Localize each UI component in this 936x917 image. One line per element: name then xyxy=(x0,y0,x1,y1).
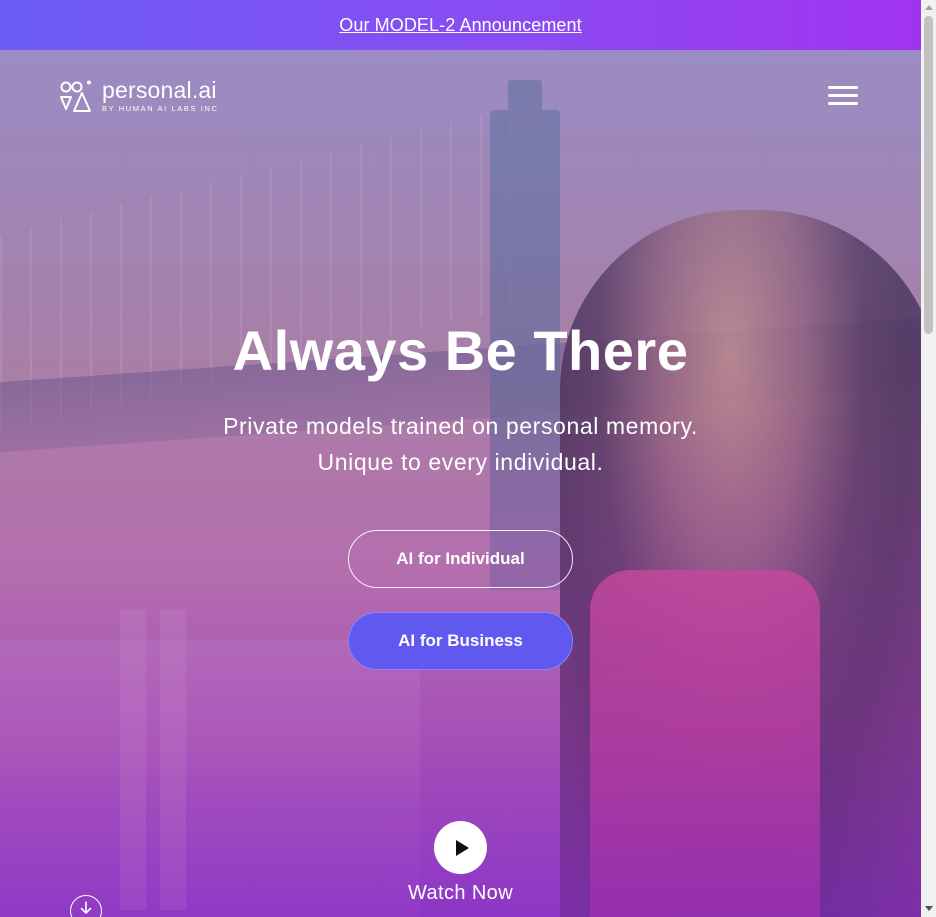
hero-section xyxy=(0,50,921,917)
announcement-bar: Our MODEL-2 Announcement xyxy=(0,0,921,50)
brand-tagline: BY HUMAN AI LABS INC xyxy=(102,104,219,113)
play-button[interactable] xyxy=(434,821,487,874)
brand-logo[interactable]: personal.ai BY HUMAN AI LABS INC xyxy=(60,79,218,113)
hero-title: Always Be There xyxy=(232,319,689,382)
scroll-up-arrow-icon[interactable] xyxy=(925,5,933,10)
page: Our MODEL-2 Announcement personal.ai BY … xyxy=(0,0,921,917)
top-nav: personal.ai BY HUMAN AI LABS INC xyxy=(60,79,860,115)
ai-for-business-button[interactable]: AI for Business xyxy=(348,612,573,670)
hero-gradient-overlay xyxy=(0,50,921,917)
arrow-down-icon xyxy=(80,901,92,914)
vertical-scrollbar[interactable] xyxy=(921,0,936,917)
scroll-down-arrow-icon[interactable] xyxy=(925,906,933,911)
announcement-link[interactable]: Our MODEL-2 Announcement xyxy=(339,15,582,36)
logo-text: personal.ai BY HUMAN AI LABS INC xyxy=(102,77,219,114)
hero-subtitle-line1: Private models trained on personal memor… xyxy=(223,413,698,439)
hero-subtitle: Private models trained on personal memor… xyxy=(0,408,921,480)
brand-name: personal.ai xyxy=(102,77,217,103)
hamburger-menu-icon[interactable] xyxy=(828,86,858,106)
scrollbar-thumb[interactable] xyxy=(924,16,933,334)
logo-mark-icon xyxy=(60,79,94,113)
watch-now-label[interactable]: Watch Now xyxy=(0,882,921,905)
play-icon xyxy=(455,839,469,856)
ai-for-individual-button[interactable]: AI for Individual xyxy=(348,530,573,588)
hero-subtitle-line2: Unique to every individual. xyxy=(317,449,604,475)
